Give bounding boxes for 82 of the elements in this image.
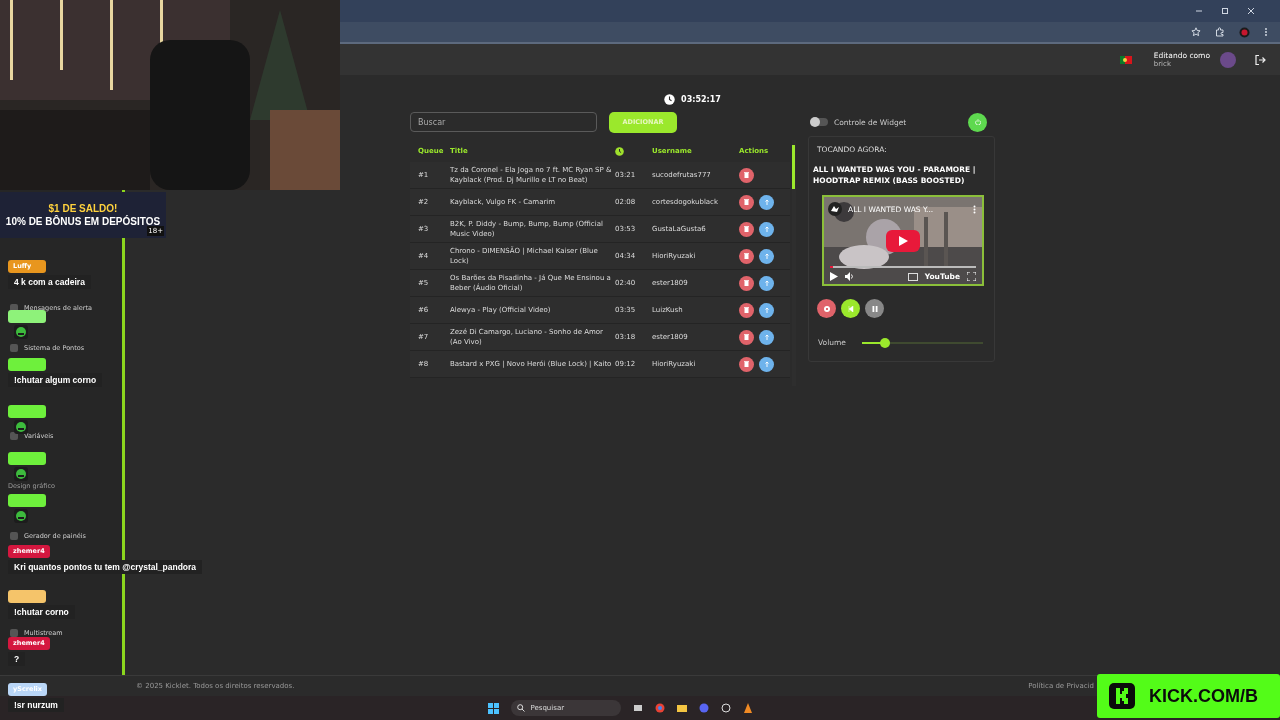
- ad-headline: $1 DE SALDO!: [48, 202, 118, 215]
- chat-app-icon[interactable]: [698, 703, 709, 713]
- arrow-up-icon: [764, 334, 769, 340]
- delete-button[interactable]: [739, 167, 754, 183]
- k-logo-icon: [1109, 683, 1135, 709]
- arrow-up-icon: [764, 361, 769, 367]
- windows-icon[interactable]: [487, 702, 499, 714]
- sidebar-icon: [10, 532, 18, 540]
- move-up-button[interactable]: [759, 356, 774, 372]
- chat-message: ?: [8, 652, 26, 666]
- sidebar-icon: [10, 629, 18, 637]
- trash-icon: [744, 307, 749, 313]
- trash-icon: [744, 172, 749, 178]
- folder-icon[interactable]: [676, 703, 687, 713]
- menu-icon[interactable]: [1264, 27, 1268, 37]
- volume-icon[interactable]: [845, 272, 854, 281]
- emote-icon: [14, 509, 28, 523]
- trash-icon: [744, 361, 749, 367]
- fullscreen-icon[interactable]: [967, 272, 976, 281]
- emote-icon: [14, 420, 28, 434]
- clock-time: 03:52:17: [681, 94, 721, 104]
- emote-icon: [14, 467, 28, 481]
- move-up-button[interactable]: [759, 221, 774, 237]
- chat-message: 4 k com a cadeira: [8, 275, 91, 289]
- arrow-up-icon: [764, 307, 769, 313]
- banner-text: KICK.COM/B: [1149, 685, 1258, 707]
- move-up-button[interactable]: [759, 329, 774, 345]
- move-up-button[interactable]: [759, 194, 774, 210]
- skip-icon: [847, 305, 854, 312]
- restore-icon[interactable]: [1220, 6, 1230, 16]
- traffic-cone-icon[interactable]: [742, 703, 753, 713]
- trash-icon: [744, 334, 749, 340]
- trash-icon: [744, 280, 749, 286]
- skip-button[interactable]: [841, 299, 860, 318]
- stop-icon: [823, 305, 830, 312]
- search-field[interactable]: Buscar: [410, 112, 597, 132]
- chat-message: !chutar algum corno: [8, 373, 103, 387]
- delete-button[interactable]: [739, 194, 754, 210]
- trash-icon: [744, 226, 749, 232]
- close-icon[interactable]: [1246, 6, 1256, 16]
- pause-icon: [871, 305, 878, 312]
- puzzle-icon[interactable]: [1215, 27, 1225, 37]
- delete-button[interactable]: [739, 248, 754, 264]
- stop-button[interactable]: [817, 299, 836, 318]
- play-icon[interactable]: [830, 272, 838, 281]
- arrow-up-icon: [764, 199, 769, 205]
- ad-headline: 10% DE BÔNUS EM DEPÓSITOS: [5, 215, 161, 228]
- delete-button[interactable]: [739, 356, 754, 372]
- delete-button[interactable]: [739, 302, 754, 318]
- trash-icon: [744, 253, 749, 259]
- move-up-button[interactable]: [759, 248, 774, 264]
- delete-button[interactable]: [739, 221, 754, 237]
- channel-avatar-icon: [828, 202, 842, 216]
- profile-icon[interactable]: [1239, 26, 1250, 38]
- emote-icon: [14, 325, 28, 339]
- arrow-up-icon: [764, 226, 769, 232]
- clock-icon: [664, 93, 676, 105]
- chat-message: Kri quantos pontos tu tem @crystal_pandora: [8, 560, 203, 574]
- pause-button[interactable]: [865, 299, 884, 318]
- star-icon[interactable]: [1191, 27, 1201, 37]
- sidebar-icon: [10, 344, 18, 352]
- more-icon[interactable]: [973, 204, 976, 214]
- power-icon: [974, 119, 981, 125]
- captions-icon[interactable]: [907, 272, 918, 281]
- clock-icon: [615, 146, 624, 156]
- chat-message: !sr nurzum: [8, 698, 64, 712]
- toggle-switch[interactable]: [810, 118, 828, 126]
- move-up-button[interactable]: [759, 275, 774, 291]
- delete-button[interactable]: [739, 275, 754, 291]
- move-up-button[interactable]: [759, 302, 774, 318]
- chat-message: !chutar corno: [8, 605, 75, 619]
- browser-icon[interactable]: [654, 703, 665, 713]
- arrow-up-icon: [764, 280, 769, 286]
- play-button[interactable]: [886, 230, 920, 252]
- task-view-icon[interactable]: [632, 703, 643, 713]
- logout-icon[interactable]: [1254, 53, 1266, 66]
- power-button[interactable]: [968, 112, 987, 132]
- search-icon: [516, 704, 525, 712]
- delete-button[interactable]: [739, 329, 754, 345]
- flag-icon: [1119, 55, 1132, 64]
- arrow-up-icon: [764, 253, 769, 259]
- trash-icon: [744, 199, 749, 205]
